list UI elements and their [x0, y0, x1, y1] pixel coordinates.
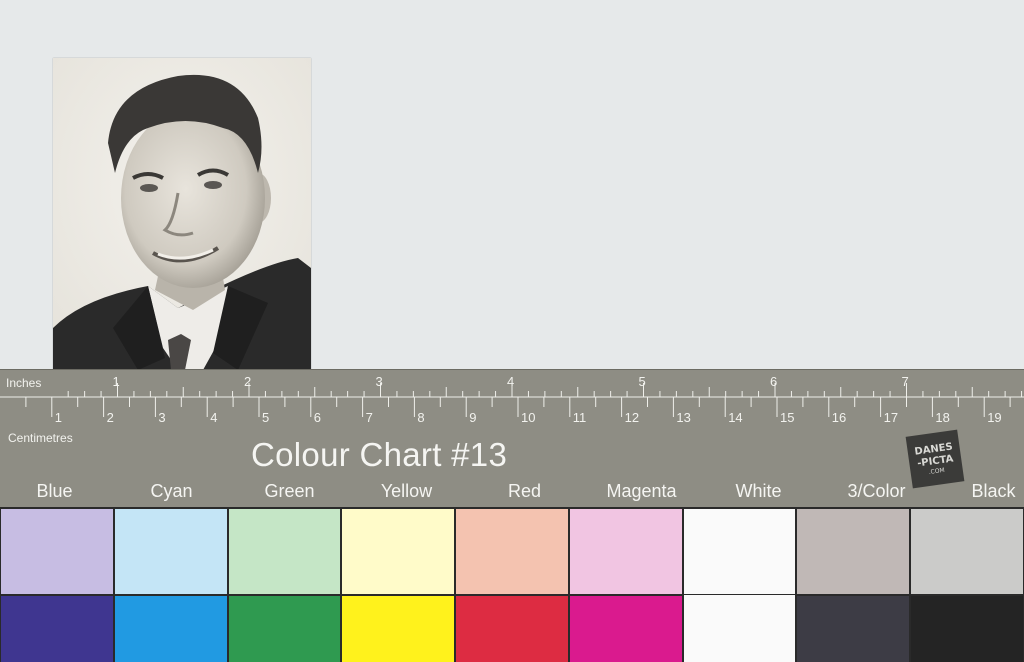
centimetres-label: Centimetres	[8, 431, 73, 445]
cm-number-15: 15	[780, 410, 794, 425]
cm-number-17: 17	[884, 410, 898, 425]
color-label-magenta: Magenta	[606, 481, 677, 501]
swatch-light-3color	[797, 509, 910, 594]
swatch-light-blue	[1, 509, 113, 594]
cm-number-19: 19	[987, 410, 1001, 425]
cm-number-16: 16	[832, 410, 846, 425]
swatch-dark-green	[228, 596, 341, 662]
ruler-strip: 1 2 3 4 5 6 7 1 2 3 4 5 6 7 8 9 10 11 12 13 14 15 16 17 18 19 Inc…	[0, 369, 1024, 508]
cm-number-1: 1	[55, 410, 62, 425]
color-label-green: Green	[264, 481, 315, 501]
portrait-image	[53, 58, 311, 370]
swatch-light-red	[456, 509, 568, 594]
swatch-dark-yellow	[342, 596, 455, 662]
chart-title: Colour Chart #13	[251, 436, 508, 473]
cm-number-8: 8	[417, 410, 424, 425]
cm-number-11: 11	[573, 410, 587, 425]
color-label-black: Black	[971, 481, 1016, 501]
cm-number-18: 18	[935, 410, 949, 425]
cm-number-13: 13	[676, 410, 690, 425]
swatch-dark-red	[456, 596, 568, 662]
color-labels: Blue Cyan Green Yellow Red Magenta White…	[0, 481, 1024, 503]
swatch-dark-3color	[797, 596, 910, 662]
cm-number-3: 3	[158, 410, 165, 425]
swatch-light-yellow	[342, 509, 455, 594]
cm-number-2: 2	[107, 410, 114, 425]
cm-number-6: 6	[314, 410, 321, 425]
cm-number-12: 12	[625, 410, 639, 425]
swatch-dark-cyan	[114, 596, 227, 662]
inch-number-2: 2	[244, 374, 251, 389]
swatch-light-green	[228, 509, 341, 594]
cm-number-14: 14	[728, 410, 742, 425]
inches-label: Inches	[6, 376, 42, 390]
color-label-red: Red	[507, 481, 542, 501]
swatch-light-cyan	[114, 509, 227, 594]
color-label-white: White	[735, 481, 782, 501]
swatch-light-white	[683, 509, 796, 594]
cm-number-10: 10	[521, 410, 535, 425]
color-label-cyan: Cyan	[150, 481, 193, 501]
inch-number-7: 7	[902, 374, 909, 389]
swatch-light-magenta	[569, 509, 682, 594]
inch-number-6: 6	[770, 374, 777, 389]
swatch-light-black	[911, 509, 1023, 594]
color-label-blue: Blue	[36, 481, 73, 501]
color-label-3color: 3/Color	[847, 481, 906, 501]
inch-number-5: 5	[639, 374, 646, 389]
inch-number-1: 1	[113, 374, 120, 389]
cm-number-9: 9	[469, 410, 476, 425]
inch-number-3: 3	[376, 374, 383, 389]
cm-number-7: 7	[366, 410, 373, 425]
danes-picta-logo: DANES -PICTA .COM	[905, 429, 965, 489]
swatch-dark-black	[911, 596, 1023, 662]
color-swatches	[0, 507, 1024, 662]
portrait-photo	[53, 58, 311, 370]
cm-number-5: 5	[262, 410, 269, 425]
swatch-dark-white	[683, 595, 796, 662]
color-label-yellow: Yellow	[380, 481, 433, 501]
inch-number-4: 4	[507, 374, 514, 389]
ruler-scale: 1 2 3 4 5 6 71 2 3 4 5 6 7 8 9 10 11 12 13 14 15 16 17 18 19	[0, 374, 1024, 425]
swatch-dark-blue	[1, 596, 113, 662]
cm-number-4: 4	[210, 410, 217, 425]
swatch-dark-magenta	[569, 596, 682, 662]
